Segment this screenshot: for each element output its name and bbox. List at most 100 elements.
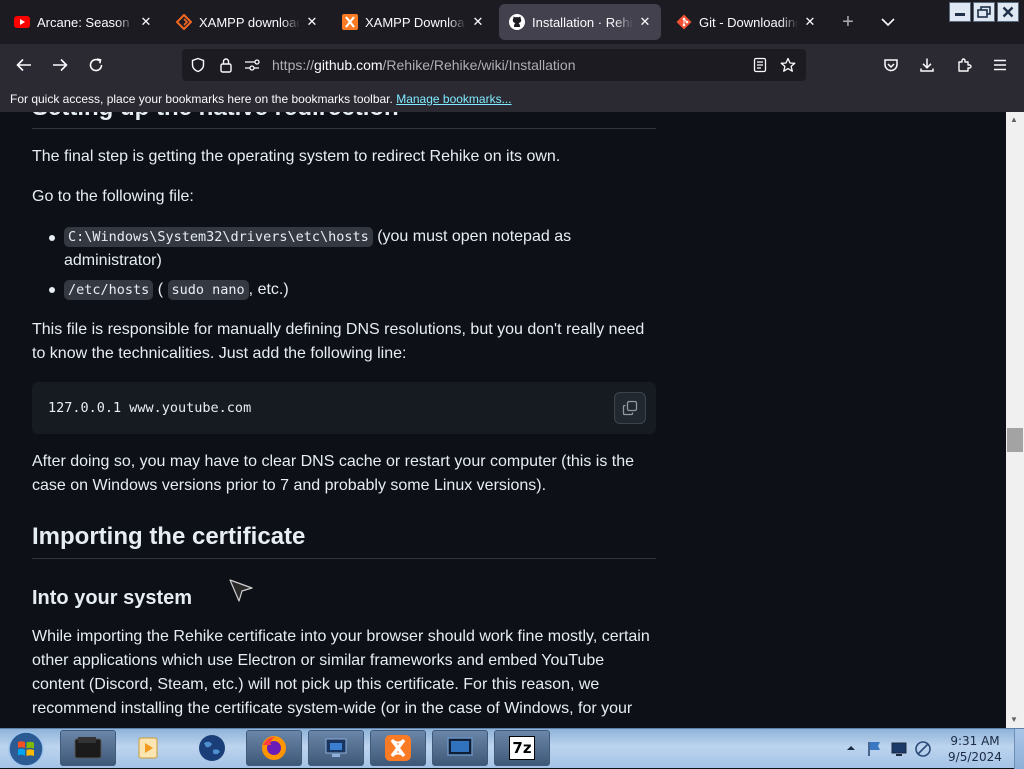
media-player-icon (138, 737, 158, 759)
tab-4-active[interactable]: Installation · Rehike/Rehike Wiki ✕ (499, 4, 661, 40)
system-clock[interactable]: 9:31 AM 9/5/2024 (940, 733, 1010, 765)
network-status-icon[interactable] (914, 740, 932, 758)
youtube-icon (14, 14, 30, 30)
paragraph-final-step: The final step is getting the operating … (32, 148, 561, 165)
tracking-protection-shield-icon[interactable] (190, 57, 206, 73)
paragraph-after-doing-so: After doing so, you may have to clear DN… (32, 453, 635, 494)
download-icon (920, 58, 934, 72)
new-tab-button[interactable]: + (836, 10, 860, 34)
tab-3-close-icon[interactable]: ✕ (470, 14, 486, 30)
pocket-button[interactable] (877, 52, 905, 78)
xampp-icon (342, 14, 358, 30)
xampp-icon (385, 735, 411, 761)
reader-view-icon[interactable] (752, 57, 768, 73)
reload-button[interactable] (82, 52, 110, 78)
back-button[interactable] (10, 52, 38, 78)
tab-3-title: XAMPP Download Setup (365, 14, 466, 30)
scroll-up-arrow-icon[interactable]: ▲ (1010, 115, 1018, 124)
start-button[interactable] (4, 730, 48, 768)
bookmarks-toolbar: For quick access, place your bookmarks h… (0, 86, 1024, 112)
list-item-windows-hosts: C:\Windows\System32\drivers\etc\hosts (y… (64, 225, 658, 273)
git-icon (676, 14, 692, 30)
close-icon (1002, 6, 1014, 18)
paragraph-responsible: This file is responsible for manually de… (32, 321, 645, 362)
tab-1[interactable]: Arcane: Season 2 | Official ✕ (4, 4, 162, 40)
section-heading-native-redirection: Setting up the native redirection (32, 112, 399, 122)
restore-button[interactable] (973, 2, 995, 22)
list-item-2-text: , etc.) (248, 281, 289, 298)
copy-icon (622, 400, 638, 416)
windows-explorer-icon (74, 737, 102, 759)
tab-2-close-icon[interactable]: ✕ (304, 14, 320, 30)
show-hidden-icons-chevron-up-icon[interactable] (846, 744, 856, 752)
code-block-text[interactable]: 127.0.0.1 www.youtube.com (48, 400, 251, 416)
bullet-1 (49, 235, 55, 241)
windows-taskbar: 7z 9:31 AM 9/5/2024 (0, 728, 1024, 769)
earth-icon (199, 735, 225, 761)
tab-3[interactable]: XAMPP Download Setup ✕ (332, 4, 494, 40)
taskbar-7zip[interactable]: 7z (494, 730, 550, 766)
code-windows-hosts-path: C:\Windows\System32\drivers\etc\hosts (64, 227, 373, 247)
url-path: /Rehike/Rehike/wiki/Installation (382, 57, 576, 73)
scroll-down-arrow-icon[interactable]: ▼ (1010, 715, 1018, 724)
minimize-button[interactable] (949, 2, 971, 22)
address-bar[interactable]: https://github.com/Rehike/Rehike/wiki/In… (182, 49, 806, 81)
tab-strip: Arcane: Season 2 | Official ✕ XAMPP down… (0, 0, 1024, 44)
puzzle-icon (958, 58, 972, 72)
firefox-icon (262, 736, 286, 760)
list-all-tabs-chevron-down-icon[interactable] (876, 10, 900, 34)
taskbar-monitor[interactable] (432, 730, 488, 766)
network-icon (325, 738, 347, 757)
tab-4-title: Installation · Rehike/Rehike Wiki (532, 14, 633, 30)
close-window-button[interactable] (997, 2, 1019, 22)
action-center-flag-icon[interactable] (866, 740, 884, 758)
tab-5[interactable]: Git - Downloading Package ✕ (666, 4, 826, 40)
tab-4-close-icon[interactable]: ✕ (637, 14, 653, 30)
tab-2[interactable]: XAMPP download | SourceForge ✕ (166, 4, 328, 40)
taskbar-xampp[interactable] (370, 730, 426, 766)
page-content: Setting up the native redirection The fi… (0, 112, 1006, 728)
site-permissions-icon[interactable] (244, 57, 260, 73)
tab-1-close-icon[interactable]: ✕ (138, 14, 154, 30)
windows-logo-icon (8, 731, 44, 767)
downloads-button[interactable] (913, 52, 941, 78)
url-text[interactable]: https://github.com/Rehike/Rehike/wiki/In… (272, 57, 576, 73)
clock-date: 9/5/2024 (948, 750, 1002, 764)
app-menu-button[interactable] (986, 52, 1014, 78)
heading-divider-2 (32, 558, 656, 559)
mouse-cursor-icon (229, 579, 253, 602)
restore-icon (977, 6, 991, 18)
pocket-icon (884, 58, 898, 71)
clock-time: 9:31 AM (950, 734, 1000, 748)
paragraph-go-to-file: Go to the following file: (32, 188, 194, 205)
heading-importing-certificate: Importing the certificate (32, 523, 306, 550)
lock-icon[interactable] (218, 57, 234, 73)
taskbar-explorer[interactable] (60, 730, 116, 766)
paragraph-while-importing: While importing the Rehike certificate i… (32, 628, 650, 717)
bookmark-star-icon[interactable] (780, 57, 796, 73)
tab-5-close-icon[interactable]: ✕ (802, 14, 818, 30)
manage-bookmarks-link[interactable]: Manage bookmarks... (396, 92, 511, 106)
heading-divider (32, 128, 656, 129)
tab-5-title: Git - Downloading Package (699, 14, 798, 30)
tab-2-title: XAMPP download | SourceForge (199, 14, 300, 30)
bullet-2 (49, 287, 55, 293)
taskbar-earth[interactable] (184, 730, 240, 766)
copy-code-button[interactable] (614, 392, 646, 424)
arrow-right-icon (53, 58, 68, 72)
code-etc-hosts: /etc/hosts (64, 280, 154, 300)
taskbar-network[interactable] (308, 730, 364, 766)
extensions-button[interactable] (950, 52, 978, 78)
reload-icon (89, 58, 103, 72)
show-desktop-button[interactable] (1014, 729, 1024, 769)
window-controls (949, 2, 1019, 22)
taskbar-media-player[interactable] (120, 730, 176, 766)
page-scrollbar[interactable]: ▲ ▼ (1006, 112, 1024, 728)
scrollbar-thumb[interactable] (1007, 428, 1023, 452)
forward-button[interactable] (46, 52, 74, 78)
7zip-label: 7z (512, 739, 532, 757)
display-icon[interactable] (890, 740, 908, 758)
taskbar-firefox[interactable] (246, 730, 302, 766)
url-host: github.com (314, 57, 383, 73)
url-scheme: https:// (272, 57, 315, 73)
